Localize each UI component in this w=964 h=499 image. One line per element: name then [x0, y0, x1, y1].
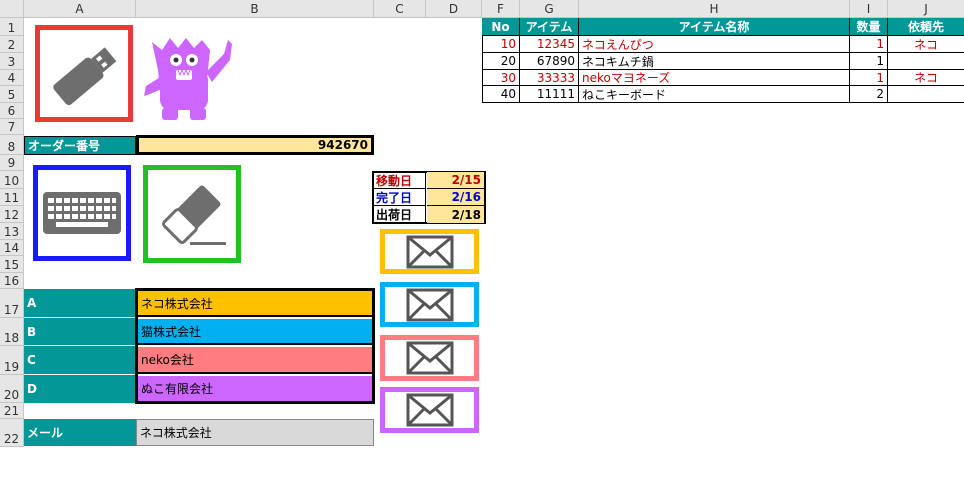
row-header-1[interactable]: 1	[0, 18, 24, 36]
table-cell-no[interactable]: 30	[482, 70, 520, 86]
column-header-d[interactable]: D	[426, 0, 482, 18]
table-cell-no[interactable]: 40	[482, 86, 520, 103]
mail-label: メール	[24, 419, 136, 446]
column-header-j[interactable]: J	[888, 0, 964, 18]
table-header-item: アイテム	[520, 18, 579, 36]
row-header-12[interactable]: 12	[0, 206, 24, 223]
table-cell-requester[interactable]: ネコ	[888, 36, 964, 53]
complete-date-label: 完了日	[374, 189, 426, 206]
row-header-10[interactable]: 10	[0, 171, 24, 189]
envelope-icon	[406, 235, 453, 268]
row-header-20[interactable]: 20	[0, 375, 24, 403]
company-name-d[interactable]: ぬこ有限会社	[138, 376, 372, 401]
mail-button-d[interactable]	[380, 387, 479, 433]
envelope-icon	[406, 288, 453, 321]
table-cell-qty[interactable]: 1	[850, 70, 888, 86]
table-header-item-name: アイテム名称	[579, 18, 850, 36]
monster-picture[interactable]	[140, 30, 235, 125]
table-cell-item-name[interactable]: ネコキムチ鍋	[579, 53, 850, 70]
select-all-corner[interactable]	[0, 0, 24, 18]
column-header-c[interactable]: C	[374, 0, 426, 18]
column-header-g[interactable]: G	[520, 0, 579, 18]
row-header-15[interactable]: 15	[0, 256, 24, 273]
column-header-b[interactable]: B	[136, 0, 374, 18]
row-header-16[interactable]: 16	[0, 273, 24, 289]
mail-button-c[interactable]	[380, 335, 479, 381]
row-header-7[interactable]: 7	[0, 119, 24, 135]
row-header-3[interactable]: 3	[0, 53, 24, 70]
column-header-a[interactable]: A	[24, 0, 136, 18]
table-cell-qty[interactable]: 1	[850, 36, 888, 53]
table-cell-item-name[interactable]: ネコえんぴつ	[579, 36, 850, 53]
eraser-icon	[162, 185, 226, 245]
usb-drive-picture[interactable]	[35, 25, 133, 122]
table-cell-qty[interactable]: 2	[850, 86, 888, 103]
company-name-b[interactable]: 猫株式会社	[138, 319, 372, 345]
order-number-value[interactable]: 942670	[136, 135, 374, 155]
column-header-f[interactable]: F	[482, 0, 520, 18]
table-cell-no[interactable]: 10	[482, 36, 520, 53]
table-cell-item-name[interactable]: ねこキーボード	[579, 86, 850, 103]
keyboard-picture[interactable]	[33, 165, 131, 261]
row-header-8[interactable]: 8	[0, 135, 24, 155]
ship-date-value[interactable]: 2/18	[427, 206, 484, 223]
row-header-2[interactable]: 2	[0, 36, 24, 53]
table-header-no: No	[482, 18, 520, 36]
row-header-18[interactable]: 18	[0, 318, 24, 346]
table-cell-item[interactable]: 33333	[520, 70, 579, 86]
ship-date-label: 出荷日	[374, 206, 426, 223]
usb-drive-icon	[53, 46, 117, 105]
company-name-a[interactable]: ネコ株式会社	[138, 291, 372, 317]
keyboard-icon	[43, 192, 121, 234]
row-header-22[interactable]: 22	[0, 419, 24, 447]
move-date-value[interactable]: 2/15	[427, 172, 484, 189]
mail-button-b[interactable]	[380, 282, 479, 327]
row-header-17[interactable]: 17	[0, 289, 24, 318]
column-header-h[interactable]: H	[579, 0, 850, 18]
monster-icon	[144, 38, 232, 120]
company-key-b: B	[24, 318, 136, 346]
table-cell-requester[interactable]	[888, 86, 964, 103]
mail-recipient-value[interactable]: ネコ株式会社	[136, 419, 374, 446]
table-header-requester: 依頼先	[888, 18, 964, 36]
table-cell-item[interactable]: 12345	[520, 36, 579, 53]
envelope-icon	[406, 341, 453, 375]
mail-button-a[interactable]	[380, 229, 479, 274]
table-cell-item-name[interactable]: nekoマヨネーズ	[579, 70, 850, 86]
company-key-c: C	[24, 346, 136, 375]
row-header-21[interactable]: 21	[0, 403, 24, 419]
company-name-c[interactable]: neko会社	[138, 347, 372, 374]
order-number-label: オーダー番号	[24, 136, 136, 155]
row-header-13[interactable]: 13	[0, 223, 24, 240]
complete-date-value[interactable]: 2/16	[427, 189, 484, 206]
move-date-label: 移動日	[374, 172, 426, 189]
row-header-14[interactable]: 14	[0, 240, 24, 256]
row-header-9[interactable]: 9	[0, 155, 24, 171]
table-cell-no[interactable]: 20	[482, 53, 520, 70]
column-header-i[interactable]: I	[850, 0, 888, 18]
table-header-qty: 数量	[850, 18, 888, 36]
envelope-icon	[406, 393, 453, 427]
row-header-6[interactable]: 6	[0, 103, 24, 119]
table-cell-item[interactable]: 11111	[520, 86, 579, 103]
table-cell-qty[interactable]: 1	[850, 53, 888, 70]
table-cell-requester[interactable]: ネコ	[888, 70, 964, 86]
company-key-d: D	[24, 375, 136, 403]
table-cell-item[interactable]: 67890	[520, 53, 579, 70]
row-header-5[interactable]: 5	[0, 86, 24, 103]
table-cell-requester[interactable]	[888, 53, 964, 70]
row-header-19[interactable]: 19	[0, 346, 24, 375]
row-header-4[interactable]: 4	[0, 70, 24, 86]
company-key-a: A	[24, 289, 136, 318]
row-header-11[interactable]: 11	[0, 189, 24, 206]
eraser-picture[interactable]	[143, 165, 241, 263]
